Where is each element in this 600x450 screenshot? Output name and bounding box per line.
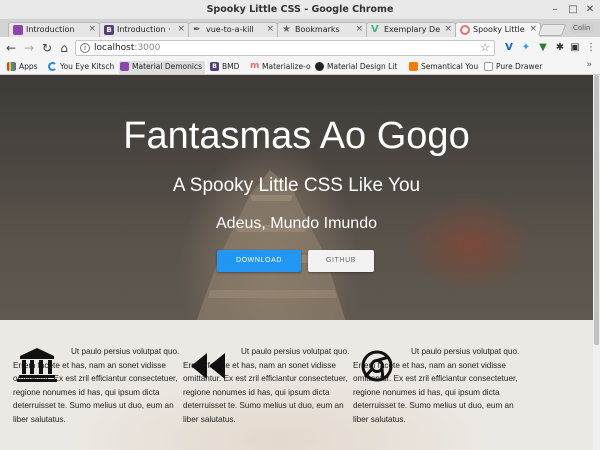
star-icon: ★ xyxy=(282,24,291,35)
tab-introduction-bootstrap[interactable]: B Introduction · × xyxy=(99,22,189,37)
maximize-icon[interactable]: □ xyxy=(566,3,580,16)
material-icon xyxy=(120,62,129,71)
material-icon xyxy=(13,25,23,35)
forward-icon[interactable]: → xyxy=(22,40,36,56)
tab-label: Introduction xyxy=(26,25,75,34)
address-bar[interactable]: i localhost:3000 ☆ xyxy=(75,40,495,56)
hero-title: Fantasmas Ao Gogo xyxy=(123,115,470,157)
tab-label: Introduction · xyxy=(117,25,171,34)
bootstrap-icon: B xyxy=(104,25,114,35)
new-tab-button[interactable] xyxy=(537,24,567,36)
page-content: Fantasmas Ao Gogo A Spooky Little CSS Li… xyxy=(0,75,593,450)
cast-icon[interactable]: ▣ xyxy=(569,42,581,54)
semantic-icon xyxy=(409,62,418,71)
back-icon[interactable]: ← xyxy=(4,40,18,56)
bookmark-star-icon[interactable]: ☆ xyxy=(480,41,490,54)
hero-tagline: Adeus, Mundo Imundo xyxy=(216,215,377,232)
twitter-icon[interactable]: ✦ xyxy=(520,42,532,54)
url-text[interactable]: localhost:3000 xyxy=(94,43,160,53)
bookmarks-overflow-icon[interactable]: » xyxy=(586,60,592,70)
browser-toolbar: ← → ↻ ⌂ i localhost:3000 ☆ V ✦ ▼ ✱ ▣ ⋮ xyxy=(0,37,600,59)
feature-column: Ut paulo persius volutpat quo. Errem fac… xyxy=(13,345,183,445)
github-icon xyxy=(315,62,324,71)
hero-subtitle: A Spooky Little CSS Like You xyxy=(172,175,421,196)
tab-close-icon[interactable]: × xyxy=(266,24,274,34)
refresh-icon xyxy=(48,62,57,71)
bank-icon xyxy=(17,348,57,382)
puzzle-icon[interactable]: ✱ xyxy=(554,42,566,54)
bookmark-bmd[interactable]: B BMD xyxy=(209,61,239,74)
rewind-icon xyxy=(191,353,225,379)
spooky-icon xyxy=(460,25,470,35)
window-title: Spooky Little CSS - Google Chrome xyxy=(206,4,394,15)
hero-section: Fantasmas Ao Gogo A Spooky Little CSS Li… xyxy=(0,75,593,325)
page-scrollbar[interactable] xyxy=(593,75,600,450)
info-icon[interactable]: i xyxy=(80,43,90,53)
window-titlebar: Spooky Little CSS - Google Chrome – □ ✕ xyxy=(0,0,600,20)
tab-close-icon[interactable]: × xyxy=(177,24,185,34)
tab-exemplary[interactable]: V Exemplary De × xyxy=(366,22,456,37)
reload-icon[interactable]: ↻ xyxy=(40,40,54,56)
apps-icon xyxy=(7,62,16,71)
bookmarks-bar: Apps You Eye Kitsch Material Demonics B … xyxy=(0,59,600,75)
features-section: Ut paulo persius volutpat quo. Errem fac… xyxy=(0,320,593,450)
tab-strip: Introduction × B Introduction · × ✒ vue-… xyxy=(0,20,600,37)
close-window-icon[interactable]: ✕ xyxy=(583,3,597,16)
tab-vue-to-a-kill[interactable]: ✒ vue-to-a-kill × xyxy=(188,22,278,37)
menu-icon[interactable]: ⋮ xyxy=(585,42,597,54)
pen-icon: ✒ xyxy=(193,25,201,35)
bookmark-apps[interactable]: Apps xyxy=(6,61,38,74)
minimize-icon[interactable]: – xyxy=(548,3,562,16)
tab-label: Spooky Little xyxy=(473,25,525,34)
materialize-icon: m xyxy=(250,61,260,71)
home-icon[interactable]: ⌂ xyxy=(57,40,71,56)
tab-label: Exemplary De xyxy=(384,25,441,34)
bookmark-material-design-lite[interactable]: Material Design Lit xyxy=(314,61,397,74)
bookmark-you-eye-kitsch[interactable]: You Eye Kitsch xyxy=(47,61,114,74)
vuejs-devtools-icon[interactable]: V xyxy=(503,42,515,54)
tab-spooky-little[interactable]: Spooky Little × xyxy=(455,22,541,37)
tab-close-icon[interactable]: × xyxy=(88,24,96,34)
feature-column: Ut paulo persius volutpat quo. Errem fac… xyxy=(183,345,353,445)
github-button[interactable]: GITHUB xyxy=(308,250,374,272)
feature-column: Ut paulo persius volutpat quo. Errem fac… xyxy=(353,345,523,445)
tab-bookmarks[interactable]: ★ Bookmarks × xyxy=(277,22,367,37)
bookmark-materialize[interactable]: m Materialize-o xyxy=(249,61,311,74)
chrome-icon xyxy=(361,350,393,382)
tab-close-icon[interactable]: × xyxy=(529,24,537,34)
extension-icon[interactable]: ▼ xyxy=(537,42,549,54)
tab-close-icon[interactable]: × xyxy=(444,24,452,34)
page-icon xyxy=(484,62,493,71)
bootstrap-icon: B xyxy=(210,62,219,71)
download-button[interactable]: DOWNLOAD xyxy=(217,250,301,272)
vue-icon: V xyxy=(371,24,379,35)
bookmark-material-demonics[interactable]: Material Demonics xyxy=(119,61,206,74)
tab-label: vue-to-a-kill xyxy=(206,25,254,34)
tab-close-icon[interactable]: × xyxy=(355,24,363,34)
scrollbar-thumb[interactable] xyxy=(594,75,599,345)
profile-button[interactable]: Colin xyxy=(570,23,594,33)
tab-label: Bookmarks xyxy=(295,25,340,34)
bookmark-pure-drawer[interactable]: Pure Drawer xyxy=(483,61,542,74)
tab-introduction-material[interactable]: Introduction × xyxy=(8,22,100,37)
bookmark-semantical-you[interactable]: Semantical You xyxy=(408,61,478,74)
